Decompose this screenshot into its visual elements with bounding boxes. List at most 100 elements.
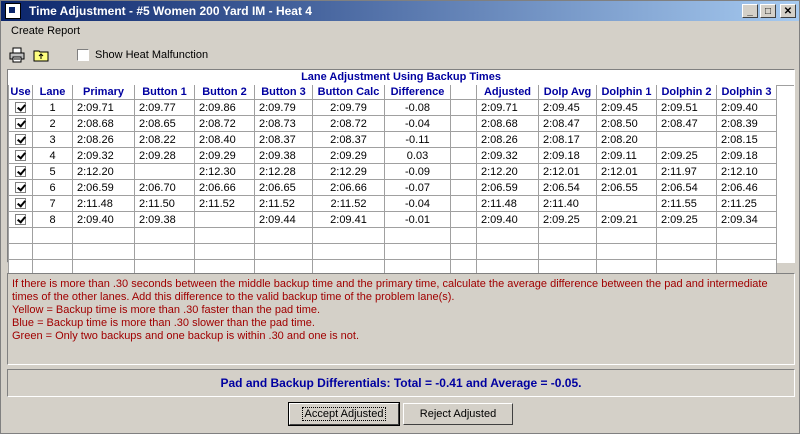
table-cell[interactable]: 2:06.59 [476, 179, 539, 196]
table-cell[interactable]: -0.08 [384, 99, 451, 116]
use-checkbox[interactable] [15, 166, 26, 178]
table-cell[interactable]: 2:11.52 [312, 195, 385, 212]
table-cell[interactable]: 2:09.79 [254, 99, 313, 116]
table-cell[interactable]: 2:09.18 [716, 147, 777, 164]
table-cell[interactable]: 2:09.40 [716, 99, 777, 116]
table-cell[interactable]: 2:09.40 [476, 211, 539, 228]
table-cell[interactable] [194, 211, 255, 228]
column-header[interactable]: Button 3 [254, 85, 313, 100]
use-checkbox[interactable] [15, 214, 26, 226]
table-cell[interactable]: 2:06.66 [194, 179, 255, 196]
use-checkbox[interactable] [15, 182, 26, 194]
table-cell[interactable]: 2:08.26 [72, 131, 135, 148]
table-cell[interactable]: 2:08.72 [194, 115, 255, 132]
menu-create-report[interactable]: Create Report [11, 25, 80, 37]
table-row[interactable]: 8 2:09.40 2:09.38 2:09.44 2:09.41 -0.01 2:09.4… [8, 211, 777, 228]
table-cell[interactable]: 2:06.70 [134, 179, 195, 196]
table-cell[interactable]: 2:08.22 [134, 131, 195, 148]
table-cell[interactable]: 2:11.52 [194, 195, 255, 212]
table-cell[interactable]: 2:09.25 [656, 147, 717, 164]
table-cell[interactable]: -0.01 [384, 211, 451, 228]
table-cell[interactable]: 2:06.54 [538, 179, 597, 196]
table-cell[interactable] [450, 99, 477, 116]
table-cell[interactable]: 2:11.25 [716, 195, 777, 212]
table-row[interactable]: 5 2:12.20 2:12.30 2:12.28 2:12.29 -0.09 2:12.2… [8, 163, 777, 180]
column-header[interactable]: Adjusted [476, 85, 539, 100]
table-cell[interactable]: 2 [32, 115, 73, 132]
column-header[interactable]: Use [8, 85, 33, 100]
table-cell[interactable]: 2:06.46 [716, 179, 777, 196]
minimize-button[interactable]: _ [742, 4, 758, 18]
table-cell[interactable]: 2:08.68 [476, 115, 539, 132]
table-cell[interactable]: -0.09 [384, 163, 451, 180]
close-button[interactable]: ✕ [780, 4, 796, 18]
table-cell[interactable]: 2:09.40 [72, 211, 135, 228]
table-cell[interactable]: 2:09.71 [476, 99, 539, 116]
table-cell[interactable]: 2:08.37 [254, 131, 313, 148]
table-cell[interactable] [134, 163, 195, 180]
use-checkbox[interactable] [15, 102, 26, 114]
table-cell[interactable]: 2:08.47 [538, 115, 597, 132]
table-cell[interactable] [450, 211, 477, 228]
table-row[interactable]: 1 2:09.71 2:09.77 2:09.86 2:09.79 2:09.79 -0.0… [8, 99, 777, 116]
table-cell[interactable]: 2:11.52 [254, 195, 313, 212]
table-cell[interactable]: 1 [32, 99, 73, 116]
table-cell[interactable] [450, 115, 477, 132]
table-cell[interactable] [596, 195, 657, 212]
table-cell[interactable]: 2:09.11 [596, 147, 657, 164]
table-cell[interactable] [656, 131, 717, 148]
table-cell[interactable]: 2:11.97 [656, 163, 717, 180]
table-cell[interactable]: 2:09.71 [72, 99, 135, 116]
table-cell[interactable]: 2:12.29 [312, 163, 385, 180]
table-row[interactable]: 2 2:08.68 2:08.65 2:08.72 2:08.73 2:08.72 -0.0… [8, 115, 777, 132]
use-checkbox[interactable] [15, 198, 26, 210]
maximize-button[interactable]: □ [760, 4, 776, 18]
table-cell[interactable]: 2:12.01 [596, 163, 657, 180]
table-cell[interactable]: -0.07 [384, 179, 451, 196]
table-cell[interactable]: 2:12.30 [194, 163, 255, 180]
table-cell[interactable]: 2:11.40 [538, 195, 597, 212]
table-cell[interactable]: 2:06.65 [254, 179, 313, 196]
column-header[interactable] [450, 85, 477, 100]
table-cell[interactable]: 2:11.55 [656, 195, 717, 212]
column-header[interactable]: Primary [72, 85, 135, 100]
table-cell[interactable]: 2:06.59 [72, 179, 135, 196]
table-cell[interactable]: 2:09.38 [134, 211, 195, 228]
table-cell[interactable]: 2:08.72 [312, 115, 385, 132]
table-cell[interactable]: 2:09.29 [194, 147, 255, 164]
column-header[interactable]: Button 2 [194, 85, 255, 100]
table-cell[interactable]: 2:08.73 [254, 115, 313, 132]
accept-adjusted-button[interactable]: Accept Adjusted [288, 402, 400, 426]
column-header[interactable]: Difference [384, 85, 451, 100]
table-cell[interactable] [450, 131, 477, 148]
table-cell[interactable]: 2:09.25 [656, 211, 717, 228]
table-cell[interactable]: 2:09.45 [596, 99, 657, 116]
column-header[interactable]: Dolphin 3 [716, 85, 777, 100]
use-checkbox[interactable] [15, 134, 26, 146]
table-cell[interactable]: 2:06.54 [656, 179, 717, 196]
table-cell[interactable]: 2:09.32 [476, 147, 539, 164]
table-cell[interactable]: 2:08.68 [72, 115, 135, 132]
column-header[interactable]: Dolphin 2 [656, 85, 717, 100]
table-row[interactable]: 4 2:09.32 2:09.28 2:09.29 2:09.38 2:09.29 0.03… [8, 147, 777, 164]
table-cell[interactable]: 2:11.48 [72, 195, 135, 212]
table-cell[interactable]: 2:09.21 [596, 211, 657, 228]
table-cell[interactable]: 2:09.32 [72, 147, 135, 164]
table-cell[interactable]: 2:08.37 [312, 131, 385, 148]
table-cell[interactable]: 2:11.50 [134, 195, 195, 212]
table-cell[interactable]: 2:08.65 [134, 115, 195, 132]
column-header[interactable]: Button 1 [134, 85, 195, 100]
table-cell[interactable]: 2:09.34 [716, 211, 777, 228]
table-cell[interactable]: 2:09.18 [538, 147, 597, 164]
column-header[interactable]: Button Calc [312, 85, 385, 100]
table-cell[interactable]: 2:09.41 [312, 211, 385, 228]
table-cell[interactable]: 4 [32, 147, 73, 164]
table-cell[interactable]: 2:09.38 [254, 147, 313, 164]
table-cell[interactable]: 2:08.15 [716, 131, 777, 148]
table-cell[interactable]: 2:09.79 [312, 99, 385, 116]
table-cell[interactable] [450, 163, 477, 180]
table-cell[interactable]: 0.03 [384, 147, 451, 164]
table-cell[interactable] [450, 195, 477, 212]
table-cell[interactable]: 2:08.26 [476, 131, 539, 148]
table-cell[interactable]: 2:12.20 [72, 163, 135, 180]
